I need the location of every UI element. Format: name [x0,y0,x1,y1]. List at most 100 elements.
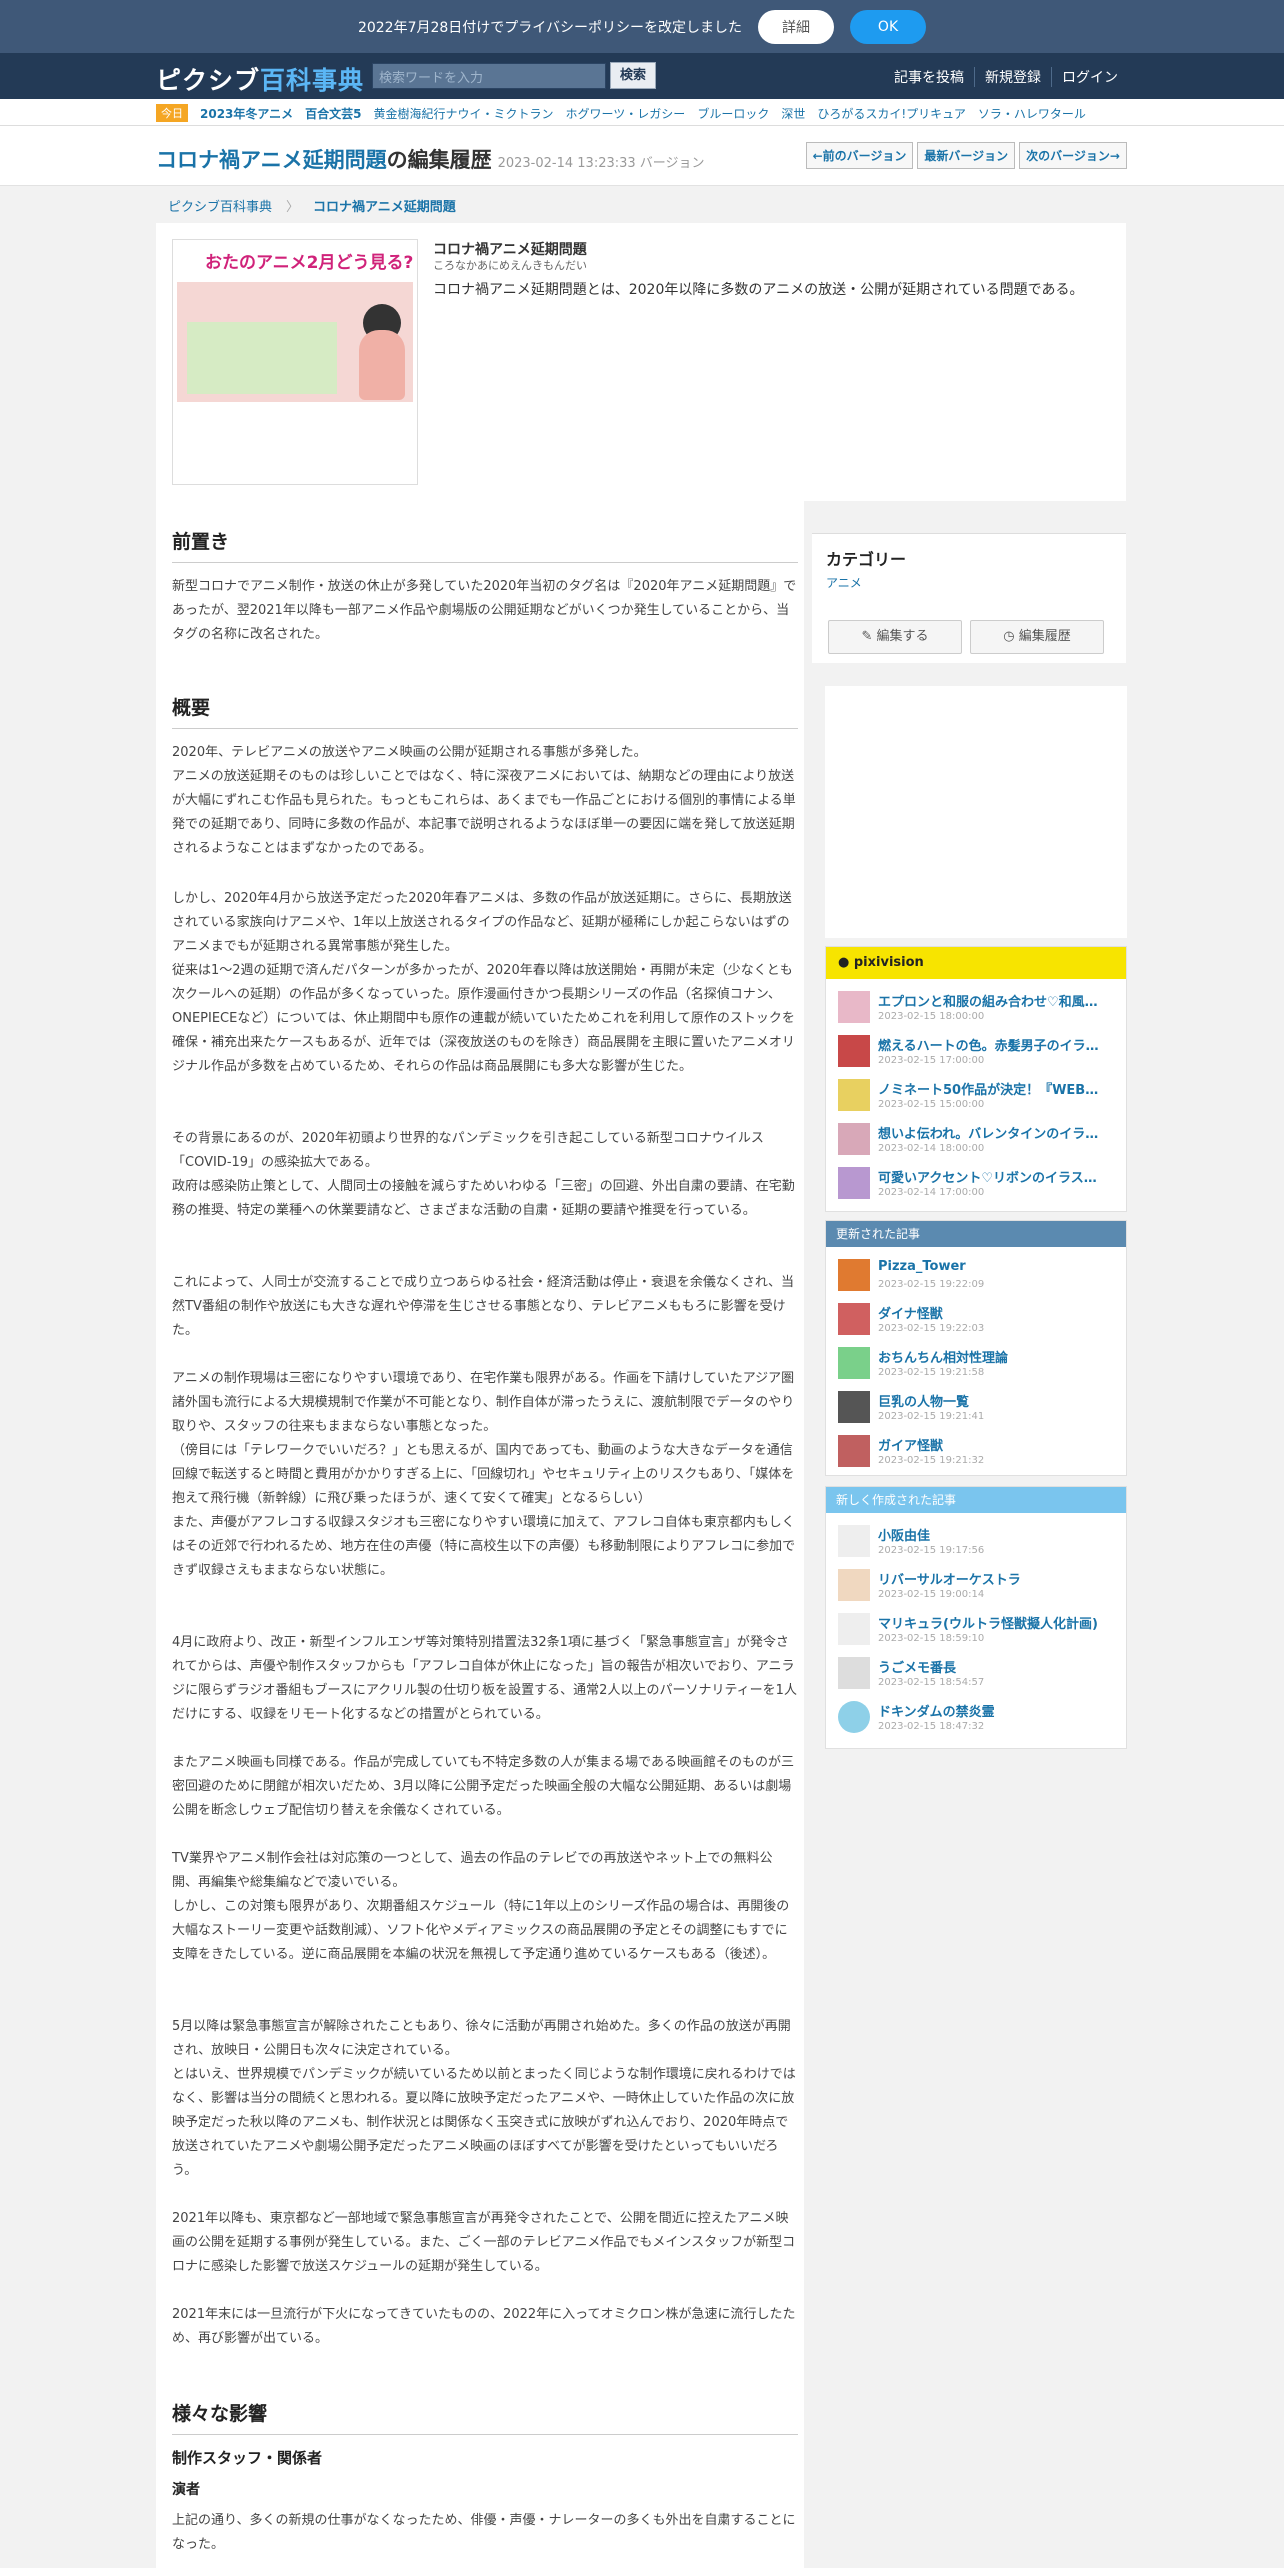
history-button[interactable]: ◷ 編集履歴 [970,620,1104,654]
header-nav: 記事を投稿 新規登録 ログイン [884,67,1128,87]
thumbnail [838,1123,870,1155]
summary-title: コロナ禍アニメ延期問題 [433,242,587,258]
article-title-link[interactable]: コロナ禍アニメ延期問題 [156,148,387,172]
list-item[interactable]: Pizza_Tower 2023-02-15 19:22:09 [838,1257,1122,1301]
trend-link[interactable]: 2023年冬アニメ [200,107,293,121]
heading-staff: 制作スタッフ・関係者 [172,2449,323,2467]
paragraph: 2020年、テレビアニメの放送やアニメ映画の公開が延期される事態が多発した。 [172,745,647,760]
thumbnail [838,1701,870,1733]
paragraph: 4月に政府より、改正・新型インフルエンザ等対策特別措置法32条1項に基づく「緊急… [172,1635,797,1722]
new-header: 新しく作成された記事 [826,1487,1126,1513]
article-summary: おたのアニメ2月どう見る? コロナ禍アニメ延期問題 ころなかあにめえんきもんだい… [156,223,1126,501]
paragraph: これによって、人同士が交流することで成り立つあらゆる社会・経済活動は停止・衰退を… [172,1275,795,1338]
paragraph: 新型コロナでアニメ制作・放送の休止が多発していた2020年当初のタグ名は『202… [172,579,797,642]
list-item[interactable]: ダイナ怪獣 2023-02-15 19:22:03 [838,1301,1122,1345]
paragraph: 従来は1～2週の延期で済んだパターンが多かったが、2020年春以降は放送開始・再… [172,963,795,1074]
paragraph: とはいえ、世界規模でパンデミックが続いているため以前とまったく同じような制作環境… [172,2067,796,2178]
latest-version-button[interactable]: 最新バージョン [917,142,1016,169]
paragraph: しかし、この対策も限界があり、次期番組スケジュール（特に1年以上のシリーズ作品の… [172,1899,790,1962]
paragraph: また、声優がアフレコする収録スタジオも三密になりやすい環境に加えて、アフレコ自体… [172,1515,796,1578]
prev-version-button[interactable]: ←前のバージョン [805,142,914,169]
list-item[interactable]: ガイア怪獣 2023-02-15 19:21:32 [838,1433,1122,1477]
privacy-banner: 2022年7月28日付けでプライバシーポリシーを改定しました 詳細 OK [0,0,1284,53]
heading-impact: 様々な影響 [172,2399,798,2435]
ok-button[interactable]: OK [850,9,927,44]
thumbnail [838,1079,870,1111]
next-version-button[interactable]: 次のバージョン→ [1019,142,1127,169]
breadcrumb: ピクシブ百科事典 〉 コロナ禍アニメ延期問題 [168,196,456,215]
list-item[interactable]: 燃えるハートの色。赤髪男子のイラ… 2023-02-15 17:00:00 [838,1033,1122,1077]
list-item[interactable]: 小阪由佳 2023-02-15 19:17:56 [838,1523,1122,1567]
site-logo[interactable]: ピクシブ百科事典 [156,61,364,97]
thumbnail [838,1035,870,1067]
list-item[interactable]: 想いよ伝われ。バレンタインのイラ… 2023-02-14 18:00:00 [838,1121,1122,1165]
paragraph: TV業界やアニメ制作会社は対応策の一つとして、過去の作品のテレビでの再放送やネッ… [172,1851,773,1890]
post-article-link[interactable]: 記事を投稿 [884,67,974,87]
details-button[interactable]: 詳細 [758,9,835,44]
signup-link[interactable]: 新規登録 [974,67,1051,87]
article-thumbnail[interactable]: おたのアニメ2月どう見る? [172,239,418,485]
version-nav: ←前のバージョン 最新バージョン 次のバージョン→ [805,142,1127,169]
thumbnail [838,1347,870,1379]
edit-button[interactable]: ✎ 編集する [828,620,962,654]
trend-link[interactable]: 黄金樹海紀行ナウイ・ミクトラン [374,105,554,122]
thumbnail [838,1167,870,1199]
paragraph: 政府は感染防止策として、人間同士の接触を減らすためいわゆる「三密」の回避、外出自… [172,1179,795,1218]
search-button[interactable]: 検索 [610,62,656,89]
pixivision-box: ● pixivision エプロンと和服の組み合わせ♡和風… 2023-02-15… [825,946,1127,1212]
trend-link[interactable]: ホグワーツ・レガシー [566,105,686,122]
thumbnail [838,1525,870,1557]
trend-link[interactable]: ブルーロック [697,105,769,122]
paragraph: アニメの制作現場は三密になりやすい環境であり、在宅作業も限界がある。作画を下請け… [172,1371,795,1434]
paragraph: その背景にあるのが、2020年初頭より世界的なパンデミックを引き起こしている新型… [172,1131,764,1170]
summary-reading: ころなかあにめえんきもんだい [433,259,587,272]
list-item[interactable]: ノミネート50作品が決定！『WEB… 2023-02-15 15:00:00 [838,1077,1122,1121]
pencil-icon: ✎ [861,629,873,644]
summary-description: コロナ禍アニメ延期問題とは、2020年以降に多数のアニメの放送・公開が延期されて… [433,282,1084,298]
trending-bar: 今日 2023年冬アニメ 百合文芸5 黄金樹海紀行ナウイ・ミクトラン ホグワーツ… [0,99,1284,126]
list-item[interactable]: 可愛いアクセント♡リボンのイラス… 2023-02-14 17:00:00 [838,1165,1122,1209]
trend-link[interactable]: ソラ・ハレワタール [978,105,1086,122]
new-articles-box: 新しく作成された記事 小阪由佳 2023-02-15 19:17:56 リバーサル… [825,1486,1127,1749]
category-title: カテゴリー [826,550,907,569]
version-timestamp: 2023-02-14 13:23:33 バージョン [497,156,705,171]
site-header: ピクシブ百科事典 検索ワードを入力 検索 記事を投稿 新規登録 ログイン [0,53,1284,99]
pixivision-header[interactable]: ● pixivision [826,947,1126,979]
list-item[interactable]: ドキンダムの禁炎霊 2023-02-15 18:47:32 [838,1699,1122,1743]
updated-articles-box: 更新された記事 Pizza_Tower 2023-02-15 19:22:09 ダ… [825,1220,1127,1476]
updated-header: 更新された記事 [826,1221,1126,1247]
pin-icon: ● [838,955,850,970]
paragraph: しかし、2020年4月から放送予定だった2020年春アニメは、多数の作品が放送延… [172,891,792,954]
trend-link[interactable]: 深世 [781,105,805,122]
paragraph: 上記の通り、多くの新規の仕事がなくなったため、俳優・声優・ナレーターの多くも外出… [172,2513,796,2552]
breadcrumb-current[interactable]: コロナ禍アニメ延期問題 [313,196,456,215]
list-item[interactable]: おちんちん相対性理論 2023-02-15 19:21:58 [838,1345,1122,1389]
list-item[interactable]: うごメモ番長 2023-02-15 18:54:57 [838,1655,1122,1699]
paragraph: 5月以降は緊急事態宣言が解除されたこともあり、徐々に活動が再開され始めた。多くの… [172,2019,791,2058]
thumbnail [838,991,870,1023]
page-title: コロナ禍アニメ延期問題の編集履歴 2023-02-14 13:23:33 バージョ… [156,148,705,172]
thumbnail [838,1569,870,1601]
thumbnail [838,1435,870,1467]
heading-performers: 演者 [172,2482,200,2498]
heading-intro: 前置き [172,527,798,563]
list-item[interactable]: リバーサルオーケストラ 2023-02-15 19:00:14 [838,1567,1122,1611]
category-link[interactable]: アニメ [826,574,862,591]
title-bar: コロナ禍アニメ延期問題の編集履歴 2023-02-14 13:23:33 バージョ… [0,126,1284,186]
login-link[interactable]: ログイン [1051,67,1128,87]
paragraph: （傍目には「テレワークでいいだろ？」とも思えるが、国内であっても、動画のような大… [172,1443,795,1506]
list-item[interactable]: 巨乳の人物一覧 2023-02-15 19:21:41 [838,1389,1122,1433]
trend-link[interactable]: ひろがるスカイ!プリキュア [817,105,966,122]
paragraph: 2021年末には一旦流行が下火になってきていたものの、2022年に入ってオミクロ… [172,2307,796,2346]
today-badge: 今日 [156,104,188,122]
search-input[interactable]: 検索ワードを入力 [372,63,606,89]
list-item[interactable]: エプロンと和服の組み合わせ♡和風… 2023-02-15 18:00:00 [838,989,1122,1033]
thumbnail [838,1303,870,1335]
privacy-text: 2022年7月28日付けでプライバシーポリシーを改定しました [357,19,743,36]
paragraph: またアニメ映画も同様である。作品が完成していても不特定多数の人が集まる場である映… [172,1755,795,1818]
thumbnail [838,1391,870,1423]
clock-icon: ◷ [1003,629,1015,644]
trend-link[interactable]: 百合文芸5 [305,107,361,121]
list-item[interactable]: マリキュラ(ウルトラ怪獣擬人化計画) 2023-02-15 18:59:10 [838,1611,1122,1655]
breadcrumb-home[interactable]: ピクシブ百科事典 [168,196,272,215]
